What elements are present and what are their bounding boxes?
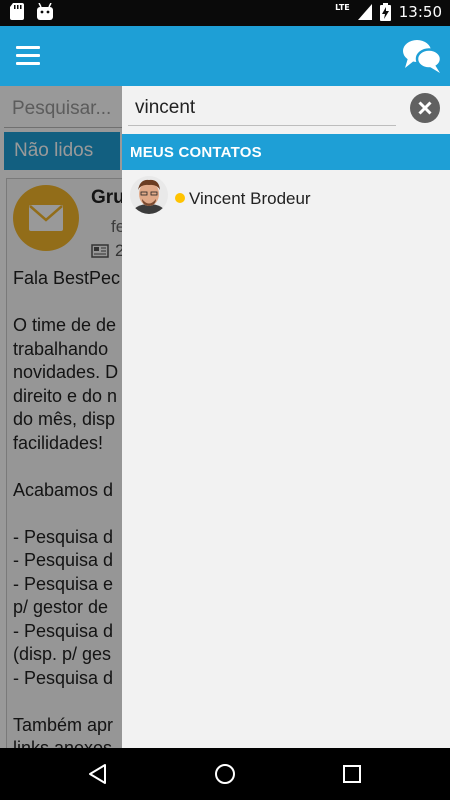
contacts-drawer: MEUS CONTATOS Vincent Brodeur [122,86,450,748]
status-indicators: LTE 13:50 [335,3,442,21]
clear-search-button[interactable] [410,93,440,123]
android-debug-icon [37,3,53,20]
section-header: MEUS CONTATOS [122,134,450,170]
close-icon [418,101,432,115]
contact-name: Vincent Brodeur [189,189,311,208]
status-bar: LTE 13:50 [0,0,450,26]
avatar [130,176,168,214]
presence-indicator [175,193,185,203]
clock: 13:50 [398,3,442,21]
back-icon[interactable] [86,762,110,786]
contact-search-input[interactable] [128,90,396,126]
recents-icon[interactable] [340,762,364,786]
network-type: LTE [335,2,350,12]
home-icon[interactable] [213,762,237,786]
hamburger-icon[interactable] [16,46,40,66]
sd-card-icon [10,3,24,20]
drawer-scrim[interactable] [0,86,122,748]
drawer-search [122,86,450,132]
app-bar [0,26,450,86]
battery-charging-icon [379,3,391,21]
contact-item[interactable]: Vincent Brodeur [122,172,450,224]
person-photo-icon [130,176,168,214]
status-notifications [10,3,54,20]
signal-icon [357,4,372,20]
navigation-bar [0,748,450,800]
chat-bubbles-icon[interactable] [402,38,442,74]
section-title: MEUS CONTATOS [130,144,262,161]
